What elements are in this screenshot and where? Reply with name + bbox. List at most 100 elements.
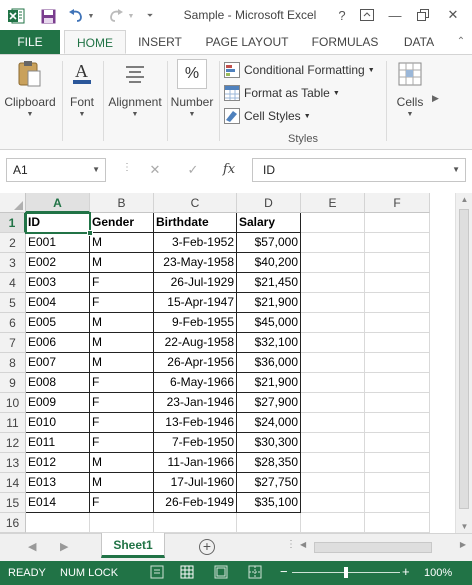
cell-b5[interactable]: F bbox=[90, 293, 154, 313]
scrollbar-thumb[interactable] bbox=[459, 209, 469, 509]
row-header-4[interactable]: 4 bbox=[0, 273, 26, 293]
cell-d9[interactable]: $21,900 bbox=[237, 373, 301, 393]
cell-e14[interactable] bbox=[301, 473, 365, 493]
cell-a13[interactable]: E012 bbox=[26, 453, 90, 473]
row-header-6[interactable]: 6 bbox=[0, 313, 26, 333]
vertical-scrollbar[interactable]: ▲ ▼ bbox=[455, 193, 472, 533]
cell-e6[interactable] bbox=[301, 313, 365, 333]
cell-e16[interactable] bbox=[301, 513, 365, 533]
page-layout-view-icon[interactable] bbox=[214, 565, 228, 582]
cell-d6[interactable]: $45,000 bbox=[237, 313, 301, 333]
cell-a14[interactable]: E013 bbox=[26, 473, 90, 493]
select-all-button[interactable] bbox=[0, 193, 26, 213]
collapse-ribbon-icon[interactable]: ⌃ bbox=[452, 30, 470, 54]
scrollbar-thumb[interactable] bbox=[314, 542, 432, 553]
next-sheet-icon[interactable]: ▶ bbox=[60, 540, 68, 553]
zoom-in-button[interactable]: + bbox=[402, 564, 410, 579]
cell-e1[interactable] bbox=[301, 213, 365, 233]
enter-entry-button[interactable]: ✓ bbox=[182, 158, 204, 182]
cell-a9[interactable]: E008 bbox=[26, 373, 90, 393]
sheet-tab-sheet1[interactable]: Sheet1 bbox=[101, 533, 165, 558]
tab-formulas[interactable]: FORMULAS bbox=[306, 30, 384, 54]
redo-dropdown-icon[interactable]: ▼ bbox=[126, 7, 136, 25]
cell-b8[interactable]: M bbox=[90, 353, 154, 373]
row-header-14[interactable]: 14 bbox=[0, 473, 26, 493]
cell-e5[interactable] bbox=[301, 293, 365, 313]
column-header-a[interactable]: A bbox=[26, 193, 90, 213]
cell-styles-button[interactable]: Cell Styles ▼ bbox=[224, 106, 311, 126]
cell-e12[interactable] bbox=[301, 433, 365, 453]
cell-a15[interactable]: E014 bbox=[26, 493, 90, 513]
scroll-right-icon[interactable]: ▶ bbox=[460, 540, 466, 549]
cancel-entry-button[interactable]: ✕ bbox=[144, 158, 166, 182]
prev-sheet-icon[interactable]: ◀ bbox=[28, 540, 36, 553]
cell-e3[interactable] bbox=[301, 253, 365, 273]
cell-a7[interactable]: E006 bbox=[26, 333, 90, 353]
ribbon-display-options-icon[interactable] bbox=[356, 5, 378, 25]
format-as-table-button[interactable]: Format as Table ▼ bbox=[224, 83, 340, 103]
chevron-down-icon[interactable]: ▼ bbox=[452, 159, 460, 181]
cell-c5[interactable]: 15-Apr-1947 bbox=[154, 293, 237, 313]
cell-e10[interactable] bbox=[301, 393, 365, 413]
row-header-13[interactable]: 13 bbox=[0, 453, 26, 473]
scroll-left-icon[interactable]: ◀ bbox=[300, 540, 306, 549]
row-header-7[interactable]: 7 bbox=[0, 333, 26, 353]
cell-c3[interactable]: 23-May-1958 bbox=[154, 253, 237, 273]
cell-b4[interactable]: F bbox=[90, 273, 154, 293]
scroll-down-icon[interactable]: ▼ bbox=[456, 522, 472, 531]
redo-icon[interactable] bbox=[106, 7, 126, 25]
row-header-11[interactable]: 11 bbox=[0, 413, 26, 433]
cell-d8[interactable]: $36,000 bbox=[237, 353, 301, 373]
ribbon-scroll-right-icon[interactable]: ▶ bbox=[432, 93, 439, 104]
row-header-9[interactable]: 9 bbox=[0, 373, 26, 393]
row-header-15[interactable]: 15 bbox=[0, 493, 26, 513]
cell-e4[interactable] bbox=[301, 273, 365, 293]
row-header-12[interactable]: 12 bbox=[0, 433, 26, 453]
cell-d10[interactable]: $27,900 bbox=[237, 393, 301, 413]
cell-a1[interactable]: ID bbox=[26, 213, 90, 233]
cell-b7[interactable]: M bbox=[90, 333, 154, 353]
chevron-down-icon[interactable]: ▼ bbox=[92, 159, 100, 181]
cell-d12[interactable]: $30,300 bbox=[237, 433, 301, 453]
close-button[interactable]: ✕ bbox=[442, 5, 464, 25]
worksheet-grid[interactable]: ABCDEF 1 2 3 4 5 6 7 8 9 10 11 12 13 14 15 16 ID Gender B… bbox=[0, 193, 472, 533]
cell-c11[interactable]: 13-Feb-1946 bbox=[154, 413, 237, 433]
undo-dropdown-icon[interactable]: ▼ bbox=[86, 7, 96, 25]
cell-a11[interactable]: E010 bbox=[26, 413, 90, 433]
cell-c7[interactable]: 22-Aug-1958 bbox=[154, 333, 237, 353]
cell-b1[interactable]: Gender bbox=[90, 213, 154, 233]
cell-d15[interactable]: $35,100 bbox=[237, 493, 301, 513]
cell-b2[interactable]: M bbox=[90, 233, 154, 253]
cell-d14[interactable]: $27,750 bbox=[237, 473, 301, 493]
cell-a10[interactable]: E009 bbox=[26, 393, 90, 413]
cell-f2[interactable] bbox=[365, 233, 430, 253]
cell-c16[interactable] bbox=[154, 513, 237, 533]
cell-a3[interactable]: E002 bbox=[26, 253, 90, 273]
cell-a4[interactable]: E003 bbox=[26, 273, 90, 293]
cell-e8[interactable] bbox=[301, 353, 365, 373]
cell-b9[interactable]: F bbox=[90, 373, 154, 393]
cell-a6[interactable]: E005 bbox=[26, 313, 90, 333]
scroll-up-icon[interactable]: ▲ bbox=[456, 195, 472, 204]
normal-view-icon[interactable] bbox=[180, 565, 194, 582]
cell-b12[interactable]: F bbox=[90, 433, 154, 453]
cell-a5[interactable]: E004 bbox=[26, 293, 90, 313]
zoom-slider-thumb[interactable] bbox=[344, 567, 348, 578]
cell-f12[interactable] bbox=[365, 433, 430, 453]
cell-d7[interactable]: $32,100 bbox=[237, 333, 301, 353]
cell-b10[interactable]: F bbox=[90, 393, 154, 413]
cell-f10[interactable] bbox=[365, 393, 430, 413]
clipboard-group[interactable]: Clipboard ▼ bbox=[2, 59, 58, 118]
cell-a2[interactable]: E001 bbox=[26, 233, 90, 253]
zoom-level[interactable]: 100% bbox=[424, 567, 452, 579]
splitter-dots-icon[interactable]: ⋮ bbox=[286, 539, 296, 550]
column-header-c[interactable]: C bbox=[154, 193, 237, 213]
cell-a12[interactable]: E011 bbox=[26, 433, 90, 453]
cell-b13[interactable]: M bbox=[90, 453, 154, 473]
cell-d13[interactable]: $28,350 bbox=[237, 453, 301, 473]
row-header-10[interactable]: 10 bbox=[0, 393, 26, 413]
help-button[interactable]: ? bbox=[331, 5, 353, 25]
cell-f15[interactable] bbox=[365, 493, 430, 513]
tab-file[interactable]: FILE bbox=[0, 30, 60, 54]
column-header-e[interactable]: E bbox=[301, 193, 365, 213]
